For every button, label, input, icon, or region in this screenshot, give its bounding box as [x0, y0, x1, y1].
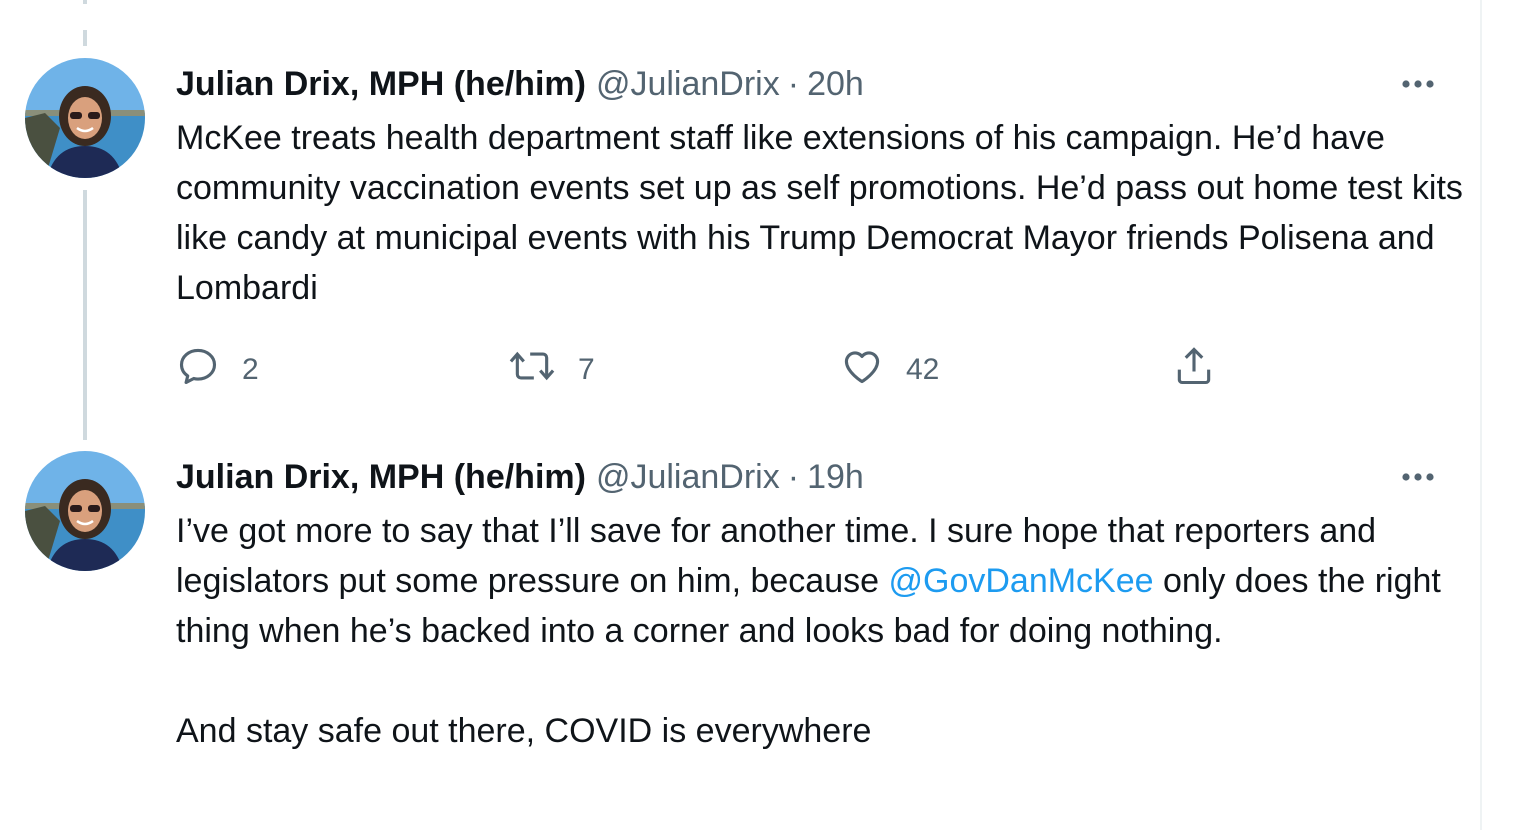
display-name[interactable]: Julian Drix, MPH (he/him) [176, 58, 586, 110]
reply-button[interactable]: 2 [176, 345, 259, 395]
share-button[interactable] [1172, 345, 1216, 395]
retweet-icon [508, 344, 556, 396]
tweet-body: Julian Drix, MPH (he/him) @JulianDrix · … [176, 58, 1466, 313]
tweet-body: Julian Drix, MPH (he/him) @JulianDrix · … [176, 451, 1466, 756]
thread-line-top [83, 30, 87, 46]
tweet-text: McKee treats health department staff lik… [176, 119, 1473, 307]
retweet-button[interactable]: 7 [508, 345, 595, 395]
separator-dot: · [787, 458, 800, 496]
mention-link[interactable]: @GovDanMcKee [888, 562, 1153, 600]
tweet-header: Julian Drix, MPH (he/him) @JulianDrix · … [176, 58, 1466, 110]
share-icon [1172, 344, 1216, 396]
timestamp[interactable]: 20h [807, 58, 864, 110]
avatar[interactable] [25, 58, 145, 178]
like-icon [840, 344, 884, 396]
reply-icon [176, 344, 220, 396]
user-handle[interactable]: @JulianDrix [596, 451, 780, 503]
more-horizontal-icon[interactable] [1396, 459, 1440, 495]
retweet-count: 7 [578, 353, 595, 386]
column-border [1480, 0, 1482, 830]
like-count: 42 [906, 353, 940, 386]
user-handle[interactable]: @JulianDrix [596, 58, 780, 110]
thread-connector-line [83, 190, 87, 440]
thread-line-top [83, 0, 87, 4]
thread-page: Julian Drix, MPH (he/him) @JulianDrix · … [0, 0, 1536, 830]
timestamp[interactable]: 19h [807, 451, 864, 503]
reply-count: 2 [242, 353, 259, 386]
like-button[interactable]: 42 [840, 345, 939, 395]
display-name[interactable]: Julian Drix, MPH (he/him) [176, 451, 586, 503]
more-horizontal-icon[interactable] [1396, 66, 1440, 102]
tweet-actions: 2 7 42 [176, 345, 1276, 395]
tweet-header: Julian Drix, MPH (he/him) @JulianDrix · … [176, 451, 1466, 503]
tweet-text: I’ve got more to say that I’ll save for … [176, 506, 1466, 756]
separator-dot: · [787, 65, 800, 103]
avatar[interactable] [25, 451, 145, 571]
